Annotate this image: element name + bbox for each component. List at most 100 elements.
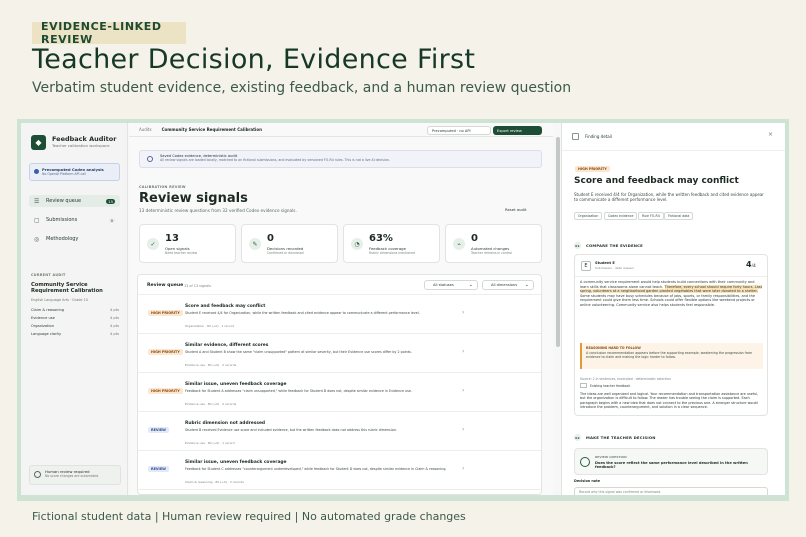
close-icon[interactable]: × <box>768 131 773 138</box>
stat-feedback-coverage: ◔ 63% Feedback coverage Rubric dimension… <box>343 224 440 263</box>
finding-tag: Codex evidence <box>604 212 638 220</box>
current-audit-label: CURRENT AUDIT <box>31 273 66 277</box>
chevron-right-icon: › <box>462 348 465 355</box>
stat-value: 0 <box>471 233 478 244</box>
chevron-right-icon: › <box>462 387 465 394</box>
current-audit-meta: English Language Arts · Grade 10 <box>31 298 88 302</box>
notice-sub: All review signals are loaded locally, m… <box>160 158 390 162</box>
queue-row[interactable]: REVIEW Rubric dimension not addressed St… <box>138 412 541 451</box>
sidebar: ◆ Feedback Auditor Teacher calibration w… <box>21 123 128 495</box>
student-name: Student E <box>595 261 615 265</box>
list-icon: ☰ <box>34 197 40 205</box>
row-title: Similar issue, uneven feedback coverage <box>185 382 287 387</box>
page-subtitle: Verbatim student evidence, existing feed… <box>32 80 572 96</box>
nav-count: 15 <box>106 198 115 204</box>
stat-decisions: ✎ 0 Decisions recorded Confirmed or dism… <box>241 224 338 263</box>
nav-count: 0 <box>108 217 115 223</box>
step-number: 01 <box>574 242 581 249</box>
page-title: Review signals <box>139 191 248 206</box>
issue-text: A conclusion recommendation appears befo… <box>586 351 753 360</box>
criterion-item: Organization 4 pts <box>31 324 119 328</box>
current-audit-title: Community Service Requirement Calibratio… <box>31 282 103 294</box>
step-decide: 02 MAKE THE TEACHER DECISION <box>574 434 656 441</box>
precomputed-banner: Precomputed Codex analysis No OpenAI Pla… <box>29 163 120 181</box>
app-screen: ◆ Feedback Auditor Teacher calibration w… <box>21 123 785 495</box>
row-description: Feedback for Student A addresses "claim … <box>185 389 412 393</box>
row-meta: Evidence use · 80 (+0) · 2 records <box>185 363 237 367</box>
row-description: Student E received 4/4 for Organization,… <box>185 311 420 315</box>
nav-label: Methodology <box>46 236 79 242</box>
scrollbar-thumb[interactable] <box>556 137 560 347</box>
panel-scrollbar[interactable] <box>779 151 783 491</box>
pencil-icon: ✎ <box>249 238 261 250</box>
student-sub: Submission · data unseen <box>595 266 634 270</box>
row-meta: Claim & reasoning · 80 (+0) · 2 records <box>185 480 244 484</box>
priority-badge: HIGH PRIORITY <box>148 349 183 355</box>
page-subtitle: 13 deterministic review questions from 3… <box>139 208 297 213</box>
row-meta: Organization · 80 (+0) · 1 record <box>185 324 234 328</box>
reset-audit-button[interactable]: Reset audit <box>505 207 527 212</box>
panel-header: Finding detail × <box>562 123 785 151</box>
step-label: MAKE THE TEACHER DECISION <box>586 435 656 440</box>
app-logo-icon: ◆ <box>31 135 46 150</box>
check-icon: ✓ <box>147 238 159 250</box>
nav-label: Submissions <box>46 217 78 223</box>
breadcrumb-root[interactable]: Audits <box>139 127 152 132</box>
stat-value: 13 <box>165 233 179 244</box>
nav-submissions[interactable]: ▢ Submissions 0 <box>29 214 120 226</box>
finding-tag: Rule FO-R4 <box>638 212 664 220</box>
codex-notice: Saved Codex evidence, deterministic audi… <box>139 150 542 168</box>
stat-sub: Need teacher review <box>165 251 198 255</box>
evidence-header: E Student E Submission · data unseen 4/4 <box>575 255 767 277</box>
human-review-sub: No score changes are automated. <box>45 474 99 478</box>
panel-icon <box>572 133 579 140</box>
priority-badge: HIGH PRIORITY <box>148 388 183 394</box>
person-icon <box>34 471 41 478</box>
nav-methodology[interactable]: ◎ Methodology <box>29 233 120 245</box>
row-title: Rubric dimension not addressed <box>185 421 266 426</box>
student-avatar: E <box>581 261 591 271</box>
row-meta: Evidence use · 80 (+0) · 2 records <box>185 402 237 406</box>
step-label: COMPARE THE EVIDENCE <box>586 243 643 248</box>
queue-count: 13 of 13 signals <box>184 284 211 288</box>
app-subtitle: Teacher calibration workspace <box>52 143 110 148</box>
dimension-filter-select[interactable]: All dimensions ⌄ <box>482 280 534 290</box>
review-queue: Review queue 13 of 13 signals All status… <box>137 274 542 495</box>
info-icon <box>147 156 153 162</box>
decision-note-input[interactable]: Record why this signal was confirmed or … <box>574 487 768 495</box>
section-label: CALIBRATION REVIEW <box>139 185 186 189</box>
precomputed-button[interactable]: Precomputed · no API <box>427 126 491 135</box>
finding-description: Student E received 4/4 for Organization,… <box>574 192 764 202</box>
row-meta: Evidence use · 80 (+0) · 1 record <box>185 441 235 445</box>
row-title: Similar evidence, different scores <box>185 343 269 348</box>
chevron-down-icon: ⌄ <box>468 282 473 288</box>
review-question-label: REVIEW QUESTION <box>595 455 627 459</box>
review-question-card: REVIEW QUESTION Does the score reflect t… <box>574 448 768 475</box>
pie-icon: ◔ <box>351 238 363 250</box>
decision-note-label: Decision note <box>574 479 601 483</box>
queue-row[interactable]: REVIEW Similar issue, uneven feedback co… <box>138 451 541 490</box>
finding-title: Score and feedback may conflict <box>574 176 739 186</box>
queue-row[interactable]: HIGH PRIORITY Score and feedback may con… <box>138 295 541 334</box>
precomputed-sub: No OpenAI Platform API call <box>42 172 86 176</box>
status-filter-select[interactable]: All statuses ⌄ <box>424 280 478 290</box>
stat-sub: Confirmed or dismissed <box>267 251 304 255</box>
priority-badge: HIGH PRIORITY <box>575 166 610 172</box>
lock-icon: ⌁ <box>453 238 465 250</box>
footer-note: Fictional student data | Human review re… <box>32 510 466 523</box>
stat-open-signals: ✓ 13 Open signals Need teacher review <box>139 224 236 263</box>
page-headline: Teacher Decision, Evidence First <box>32 44 476 75</box>
finding-detail-panel: Finding detail × HIGH PRIORITY Score and… <box>561 123 785 495</box>
main-content: Audits Community Service Requirement Cal… <box>129 123 553 495</box>
chevron-down-icon: ⌄ <box>524 282 529 288</box>
step-compare: 01 COMPARE THE EVIDENCE <box>574 242 643 249</box>
breadcrumb-current: Community Service Requirement Calibratio… <box>161 127 262 132</box>
issue-title: REASONING HARD TO FOLLOW <box>586 346 641 350</box>
step-number: 02 <box>574 434 581 441</box>
queue-row[interactable]: HIGH PRIORITY Similar evidence, differen… <box>138 334 541 373</box>
queue-row[interactable]: HIGH PRIORITY Similar issue, uneven feed… <box>138 373 541 412</box>
export-review-button[interactable]: Export review <box>493 126 542 135</box>
human-review-notice: Human review required No score changes a… <box>29 465 121 485</box>
main-scrollbar[interactable] <box>556 137 560 492</box>
nav-review-queue[interactable]: ☰ Review queue 15 <box>29 195 120 207</box>
